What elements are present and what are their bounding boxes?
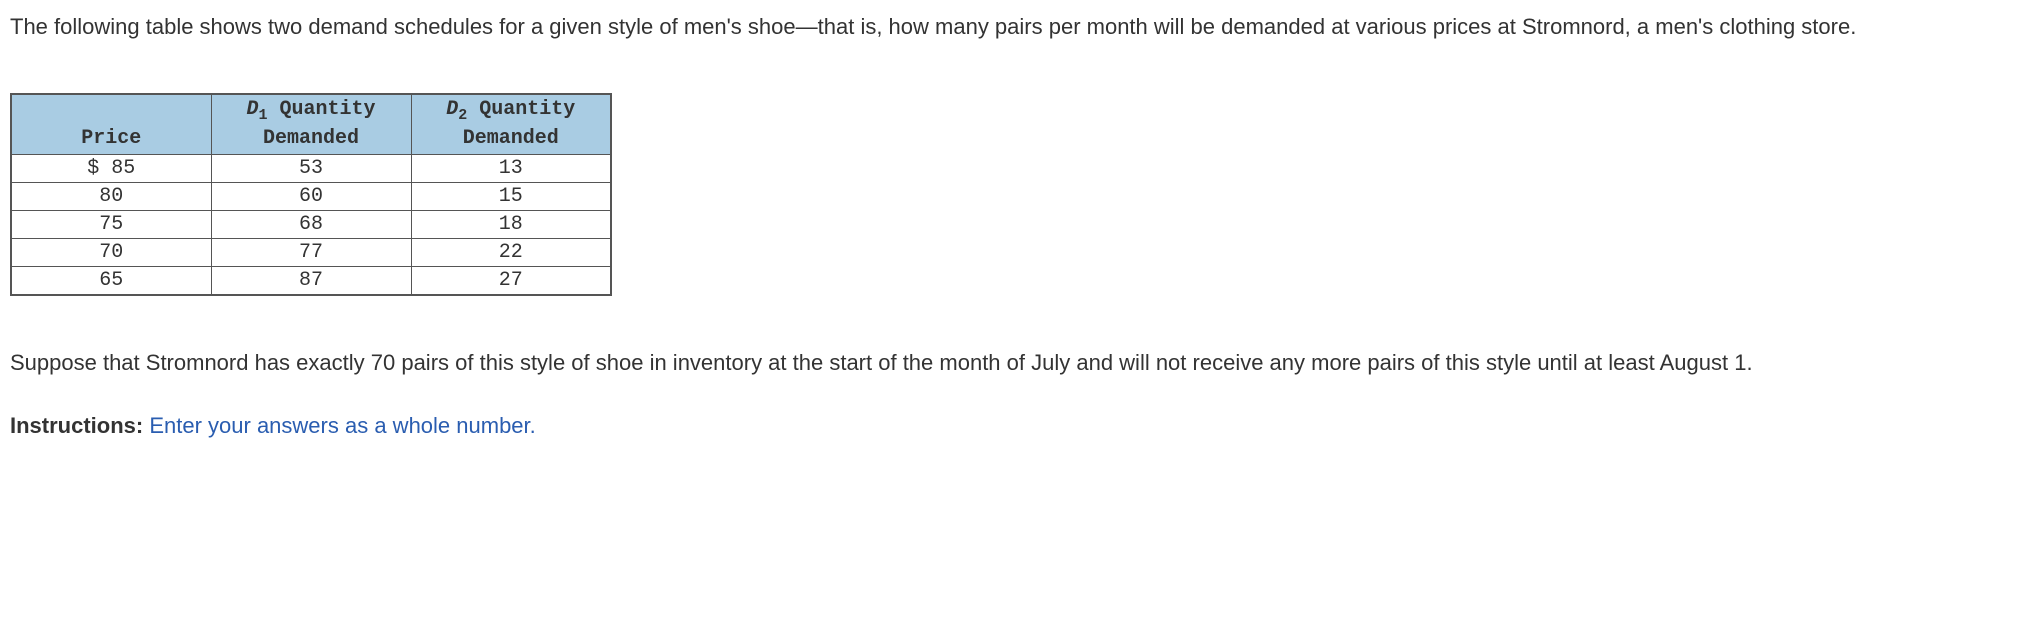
table-header-row: Price D1 Quantity Demanded D2 Quantity D… [11,94,611,154]
cell-d1: 53 [211,154,411,182]
table-row: 80 60 15 [11,182,611,210]
header-d1: D1 Quantity Demanded [211,94,411,154]
scenario-paragraph: Suppose that Stromnord has exactly 70 pa… [10,346,2034,379]
cell-price: 75 [11,210,211,238]
instructions-text: Enter your answers as a whole number. [143,413,536,438]
cell-d2: 27 [411,266,611,295]
table-row: 70 77 22 [11,238,611,266]
cell-d2: 18 [411,210,611,238]
header-price: Price [11,94,211,154]
cell-d2: 15 [411,182,611,210]
table-body: $ 85 53 13 80 60 15 75 68 18 70 77 22 65… [11,154,611,295]
table-row: $ 85 53 13 [11,154,611,182]
cell-d1: 87 [211,266,411,295]
cell-d1: 60 [211,182,411,210]
intro-paragraph: The following table shows two demand sch… [10,10,2034,43]
header-d1-prefix: D [246,98,258,121]
cell-d1: 68 [211,210,411,238]
cell-price: 80 [11,182,211,210]
header-d2-prefix: D [446,98,458,121]
header-d1-sub: 1 [258,107,267,124]
header-d2-suffix: Quantity [467,98,575,121]
header-d2-line2: Demanded [432,126,591,152]
cell-d1: 77 [211,238,411,266]
cell-price: 70 [11,238,211,266]
header-d1-line2: Demanded [232,126,391,152]
instructions-line: Instructions: Enter your answers as a wh… [10,409,2034,442]
cell-price: $ 85 [11,154,211,182]
header-d2: D2 Quantity Demanded [411,94,611,154]
table-row: 75 68 18 [11,210,611,238]
header-d1-suffix: Quantity [268,98,376,121]
cell-d2: 22 [411,238,611,266]
header-price-label: Price [32,126,191,152]
header-d2-sub: 2 [458,107,467,124]
demand-table: Price D1 Quantity Demanded D2 Quantity D… [10,93,612,296]
cell-price: 65 [11,266,211,295]
cell-d2: 13 [411,154,611,182]
table-row: 65 87 27 [11,266,611,295]
instructions-label: Instructions: [10,413,143,438]
